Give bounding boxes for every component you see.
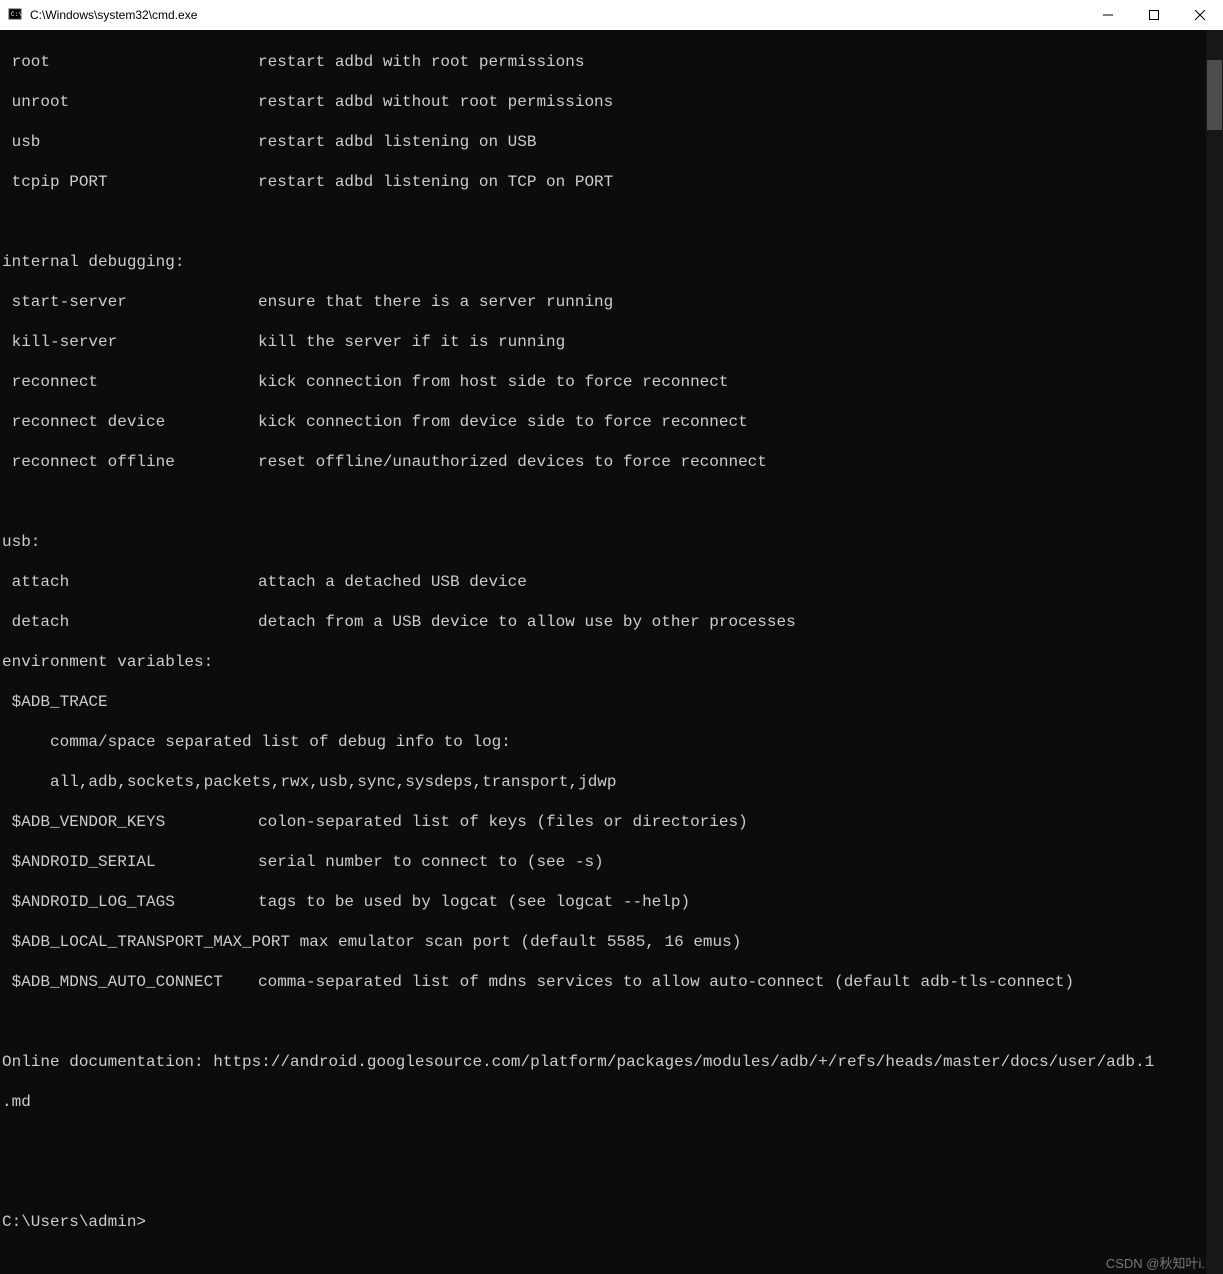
app-icon: C:\ [0,0,30,30]
desc-start-server: ensure that there is a server running [258,292,613,312]
prompt[interactable]: C:\Users\admin> [2,1212,1202,1232]
cmd-detach: detach [2,612,258,632]
blank-line [2,1132,1202,1152]
close-button[interactable] [1177,0,1223,30]
env-var-desc: colon-separated list of keys (files or d… [258,812,748,832]
cmd-tcpip: tcpip PORT [2,172,258,192]
minimize-button[interactable] [1085,0,1131,30]
cmd-reconnect-device: reconnect device [2,412,258,432]
window-title: C:\Windows\system32\cmd.exe [30,8,1085,22]
section-header: environment variables: [2,652,1202,672]
env-var-desc: comma-separated list of mdns services to… [258,972,1074,992]
cmd-reconnect: reconnect [2,372,258,392]
blank-line [2,1012,1202,1032]
svg-text:C:\: C:\ [11,11,22,18]
scrollbar[interactable] [1206,30,1223,1274]
watermark: CSDN @秋知叶i. [1106,1253,1205,1272]
terminal-area: rootrestart adbd with root permissions u… [0,30,1223,1274]
desc-usb: restart adbd listening on USB [258,132,536,152]
env-var-desc: comma/space separated list of debug info… [2,732,1202,752]
blank-line [2,492,1202,512]
section-header: usb: [2,532,1202,552]
cmd-start-server: start-server [2,292,258,312]
desc-tcpip: restart adbd listening on TCP on PORT [258,172,613,192]
env-var-line: $ADB_LOCAL_TRANSPORT_MAX_PORT max emulat… [2,932,1202,952]
env-var-desc: all,adb,sockets,packets,rwx,usb,sync,sys… [2,772,1202,792]
desc-attach: attach a detached USB device [258,572,527,592]
doc-link: Online documentation: https://android.go… [2,1052,1202,1072]
scrollbar-thumb[interactable] [1207,60,1222,130]
maximize-button[interactable] [1131,0,1177,30]
desc-kill-server: kill the server if it is running [258,332,565,352]
cmd-root: root [2,52,258,72]
desc-reconnect: kick connection from host side to force … [258,372,728,392]
desc-reconnect-device: kick connection from device side to forc… [258,412,748,432]
cmd-usb: usb [2,132,258,152]
doc-link-cont: .md [2,1092,1202,1112]
desc-root: restart adbd with root permissions [258,52,584,72]
env-var: $ANDROID_SERIAL [2,852,258,872]
window-controls [1085,0,1223,30]
cmd-kill-server: kill-server [2,332,258,352]
env-var: $ADB_MDNS_AUTO_CONNECT [2,972,258,992]
env-var-desc: tags to be used by logcat (see logcat --… [258,892,690,912]
env-var: $ADB_TRACE [2,692,1202,712]
cmd-unroot: unroot [2,92,258,112]
desc-reconnect-offline: reset offline/unauthorized devices to fo… [258,452,767,472]
env-var: $ADB_VENDOR_KEYS [2,812,258,832]
blank-line [2,212,1202,232]
env-var-desc: serial number to connect to (see -s) [258,852,604,872]
section-header: internal debugging: [2,252,1202,272]
env-var: $ANDROID_LOG_TAGS [2,892,258,912]
cmd-attach: attach [2,572,258,592]
desc-unroot: restart adbd without root permissions [258,92,613,112]
blank-line [2,1172,1202,1192]
desc-detach: detach from a USB device to allow use by… [258,612,796,632]
titlebar: C:\ C:\Windows\system32\cmd.exe [0,0,1223,30]
cmd-reconnect-offline: reconnect offline [2,452,258,472]
terminal-output[interactable]: rootrestart adbd with root permissions u… [0,30,1206,1274]
